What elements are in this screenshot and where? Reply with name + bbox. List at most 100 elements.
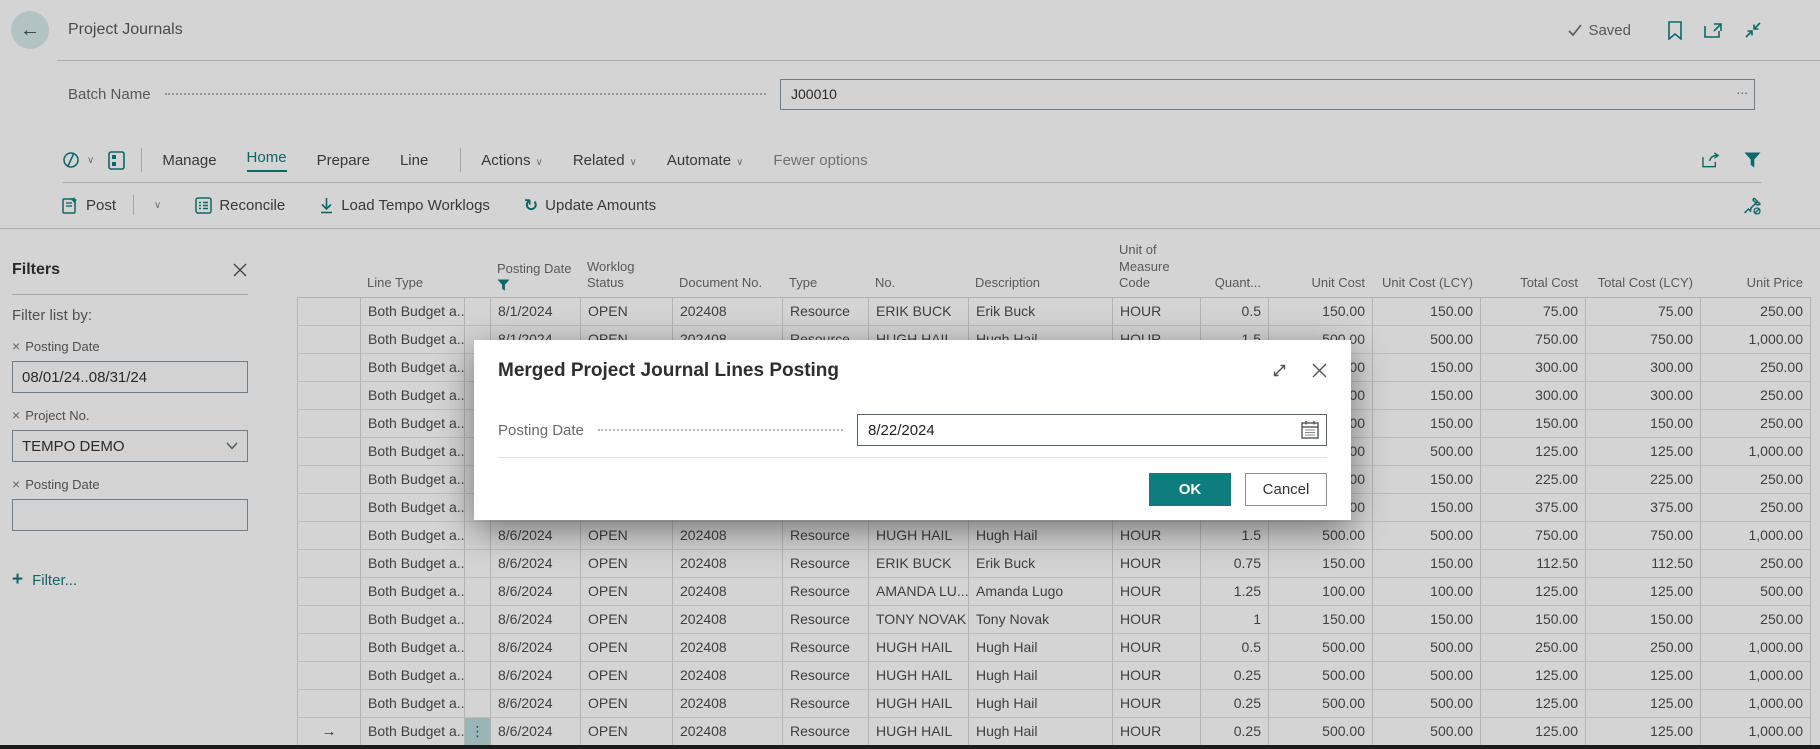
row-menu-cell[interactable]: ⋮	[465, 718, 491, 746]
cell-unit_cost_lcy[interactable]: 150.00	[1373, 466, 1481, 494]
row-selector-cell[interactable]	[298, 298, 361, 326]
row-selector-cell[interactable]	[298, 634, 361, 662]
collapse-icon[interactable]	[1743, 21, 1762, 40]
cell-description[interactable]: Erik Buck	[969, 298, 1113, 326]
cell-posting_date[interactable]: 8/6/2024	[491, 662, 581, 690]
cell-unit_price[interactable]: 250.00	[1701, 494, 1811, 522]
row-context-menu-button[interactable]: ⋮	[465, 718, 490, 745]
add-filter-button[interactable]: + Filter...	[12, 569, 248, 591]
cell-unit_price[interactable]: 500.00	[1701, 578, 1811, 606]
share-icon[interactable]	[1702, 151, 1721, 170]
cell-line_type[interactable]: Both Budget a...	[361, 550, 465, 578]
cell-uom[interactable]: HOUR	[1113, 298, 1201, 326]
cell-no[interactable]: HUGH HAIL	[869, 718, 969, 746]
cell-posting_date[interactable]: 8/6/2024	[491, 550, 581, 578]
row-selector-cell[interactable]	[298, 578, 361, 606]
cell-line_type[interactable]: Both Budget a...	[361, 494, 465, 522]
table-row[interactable]: Both Budget a...8/6/2024OPEN202408Resour…	[297, 690, 1811, 718]
row-menu-cell[interactable]	[465, 662, 491, 690]
cell-type[interactable]: Resource	[783, 634, 869, 662]
table-row[interactable]: Both Budget a...8/6/2024OPEN202408Resour…	[297, 662, 1811, 690]
cell-line_type[interactable]: Both Budget a...	[361, 718, 465, 746]
cell-total_cost_lcy[interactable]: 750.00	[1586, 326, 1701, 354]
cell-total_cost[interactable]: 225.00	[1481, 466, 1586, 494]
cell-unit_price[interactable]: 1,000.00	[1701, 690, 1811, 718]
cell-document_no[interactable]: 202408	[673, 298, 783, 326]
cell-posting_date[interactable]: 8/6/2024	[491, 634, 581, 662]
cell-unit_cost[interactable]: 100.00	[1269, 578, 1373, 606]
cell-line_type[interactable]: Both Budget a...	[361, 410, 465, 438]
cell-document_no[interactable]: 202408	[673, 606, 783, 634]
cell-unit_cost[interactable]: 500.00	[1269, 718, 1373, 746]
cell-type[interactable]: Resource	[783, 662, 869, 690]
cell-unit_cost_lcy[interactable]: 500.00	[1373, 634, 1481, 662]
unpin-icon[interactable]	[1743, 196, 1762, 215]
cell-document_no[interactable]: 202408	[673, 634, 783, 662]
cell-no[interactable]: HUGH HAIL	[869, 690, 969, 718]
cell-unit_price[interactable]: 1,000.00	[1701, 522, 1811, 550]
cell-quantity[interactable]: 0.25	[1201, 690, 1269, 718]
cell-worklog_status[interactable]: OPEN	[581, 298, 673, 326]
tab-home[interactable]: Home	[247, 149, 287, 172]
tab-prepare[interactable]: Prepare	[317, 152, 370, 169]
column-header-unit_price[interactable]: Unit Price	[1700, 275, 1810, 297]
cell-unit_cost[interactable]: 150.00	[1269, 550, 1373, 578]
column-header-no[interactable]: No.	[868, 275, 968, 297]
post-button[interactable]: Post ∨	[62, 195, 161, 215]
cell-uom[interactable]: HOUR	[1113, 606, 1201, 634]
row-selector-cell[interactable]	[298, 550, 361, 578]
cell-description[interactable]: Amanda Lugo	[969, 578, 1113, 606]
cell-description[interactable]: Tony Novak	[969, 606, 1113, 634]
cell-posting_date[interactable]: 8/6/2024	[491, 606, 581, 634]
row-selector-cell[interactable]: →	[298, 718, 361, 746]
cell-uom[interactable]: HOUR	[1113, 690, 1201, 718]
cell-line_type[interactable]: Both Budget a...	[361, 438, 465, 466]
cell-unit_cost_lcy[interactable]: 500.00	[1373, 662, 1481, 690]
filter-icon[interactable]	[1743, 151, 1762, 170]
cell-worklog_status[interactable]: OPEN	[581, 662, 673, 690]
column-header-worklog_status[interactable]: Worklog Status	[580, 259, 672, 298]
back-button[interactable]: ←	[11, 11, 49, 49]
close-filters-icon[interactable]	[232, 262, 248, 278]
tab-manage[interactable]: Manage	[162, 152, 216, 169]
cell-no[interactable]: TONY NOVAK	[869, 606, 969, 634]
cell-unit_cost_lcy[interactable]: 500.00	[1373, 718, 1481, 746]
cell-unit_cost[interactable]: 500.00	[1269, 690, 1373, 718]
cell-no[interactable]: HUGH HAIL	[869, 662, 969, 690]
remove-filter-icon[interactable]: ×	[12, 407, 20, 423]
chevron-down-icon[interactable]: ∨	[154, 200, 161, 211]
cell-description[interactable]: Hugh Hail	[969, 634, 1113, 662]
batch-name-input[interactable]	[780, 79, 1755, 110]
reconcile-button[interactable]: Reconcile	[195, 197, 285, 214]
cell-unit_price[interactable]: 1,000.00	[1701, 662, 1811, 690]
calendar-icon[interactable]	[1301, 420, 1319, 439]
cell-total_cost[interactable]: 75.00	[1481, 298, 1586, 326]
cell-line_type[interactable]: Both Budget a...	[361, 354, 465, 382]
cell-total_cost[interactable]: 125.00	[1481, 578, 1586, 606]
column-header-posting_date[interactable]: Posting Date	[490, 261, 580, 297]
cell-total_cost_lcy[interactable]: 125.00	[1586, 718, 1701, 746]
row-menu-cell[interactable]	[465, 550, 491, 578]
menu-related[interactable]: Related∨	[573, 152, 637, 169]
cell-total_cost[interactable]: 150.00	[1481, 606, 1586, 634]
cell-unit_cost[interactable]: 150.00	[1269, 606, 1373, 634]
cell-unit_cost_lcy[interactable]: 150.00	[1373, 606, 1481, 634]
cell-total_cost_lcy[interactable]: 300.00	[1586, 354, 1701, 382]
expand-dialog-icon[interactable]	[1269, 360, 1289, 380]
cell-posting_date[interactable]: 8/6/2024	[491, 690, 581, 718]
cell-description[interactable]: Hugh Hail	[969, 662, 1113, 690]
cell-total_cost_lcy[interactable]: 250.00	[1586, 634, 1701, 662]
row-menu-cell[interactable]	[465, 690, 491, 718]
cell-no[interactable]: HUGH HAIL	[869, 634, 969, 662]
cell-line_type[interactable]: Both Budget a...	[361, 382, 465, 410]
cell-worklog_status[interactable]: OPEN	[581, 578, 673, 606]
cell-total_cost_lcy[interactable]: 375.00	[1586, 494, 1701, 522]
cell-unit_price[interactable]: 1,000.00	[1701, 438, 1811, 466]
row-selector-cell[interactable]	[298, 522, 361, 550]
column-header-type[interactable]: Type	[782, 275, 868, 297]
table-row[interactable]: Both Budget a...8/1/2024OPEN202408Resour…	[297, 298, 1811, 326]
cell-total_cost[interactable]: 125.00	[1481, 718, 1586, 746]
cell-document_no[interactable]: 202408	[673, 550, 783, 578]
cell-total_cost_lcy[interactable]: 750.00	[1586, 522, 1701, 550]
cell-no[interactable]: AMANDA LU...	[869, 578, 969, 606]
